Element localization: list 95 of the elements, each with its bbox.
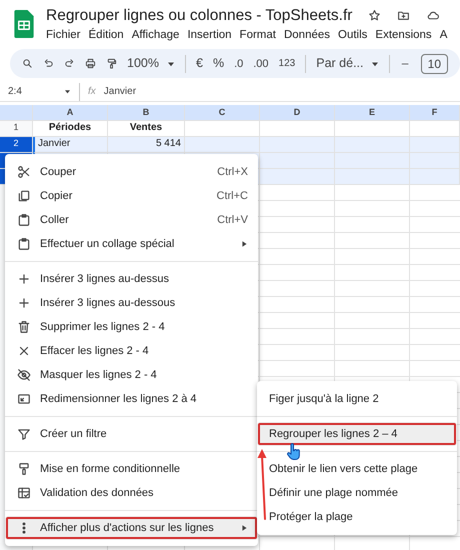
eye-slash-icon xyxy=(17,368,31,382)
menu-label: Validation des données xyxy=(40,486,154,501)
decrease-decimals-button[interactable]: .0 xyxy=(234,56,244,72)
menu-item[interactable]: Redimensionner les lignes 2 à 4 xyxy=(5,387,258,411)
star-icon[interactable] xyxy=(368,9,382,22)
caret-icon[interactable] xyxy=(166,60,175,67)
copy-icon xyxy=(17,189,31,203)
menu-item[interactable]: Affichage xyxy=(132,27,180,44)
validation-icon xyxy=(17,486,31,500)
menu-item[interactable]: Regrouper les lignes 2 – 4 xyxy=(257,422,457,446)
menu-item[interactable]: Effacer les lignes 2 - 4 xyxy=(5,339,258,363)
formula-field[interactable]: Janvier xyxy=(104,84,136,100)
menu-label: Effacer les lignes 2 - 4 xyxy=(40,344,149,359)
menu-item[interactable]: Afficher plus d'actions sur les lignes xyxy=(5,516,258,540)
menu-label: Copier xyxy=(40,188,72,204)
filter-icon xyxy=(17,427,31,441)
menu-label: Créer un filtre xyxy=(40,426,107,442)
plus-icon xyxy=(17,272,31,286)
menu-label: Redimensionner les lignes 2 à 4 xyxy=(40,392,197,407)
table-cell xyxy=(410,153,460,170)
hand-cursor-icon xyxy=(286,443,301,461)
column-header[interactable]: B xyxy=(108,105,185,122)
column-header[interactable]: E xyxy=(335,105,410,122)
menu-item[interactable]: Créer un filtre xyxy=(5,422,258,446)
trash-icon xyxy=(17,320,31,334)
menu-item[interactable]: A xyxy=(440,27,448,44)
menu-item[interactable]: Figer jusqu'à la ligne 2 xyxy=(257,387,457,411)
row-header[interactable]: 1 xyxy=(0,121,33,138)
menu-item[interactable]: Protéger la plage xyxy=(257,505,457,529)
menu-label: Afficher plus d'actions sur les lignes xyxy=(40,520,214,536)
menu-item[interactable]: Supprimer les lignes 2 - 4 xyxy=(5,315,258,339)
menu-label: Mise en forme conditionnelle xyxy=(40,462,180,477)
shortcut-label: Ctrl+V xyxy=(217,212,248,228)
menu-label: Insérer 3 lignes au-dessus xyxy=(40,272,170,287)
scissors-icon xyxy=(17,165,31,179)
menu-label: Supprimer les lignes 2 - 4 xyxy=(40,320,165,335)
currency-button[interactable]: € xyxy=(196,54,203,74)
clipboard-icon xyxy=(17,213,31,227)
column-header[interactable]: A xyxy=(33,105,108,122)
menu-item[interactable]: Format xyxy=(240,27,276,44)
zoom-select[interactable]: 100% xyxy=(127,54,159,74)
menu-item[interactable]: Validation des données xyxy=(5,481,258,505)
percent-button[interactable]: % xyxy=(212,54,224,74)
menu-item[interactable]: Extensions xyxy=(375,27,432,44)
table-cell xyxy=(410,169,460,186)
shortcut-label: Ctrl+X xyxy=(217,164,248,180)
table-cell xyxy=(410,137,460,154)
menu-label: Coller xyxy=(40,212,69,228)
menu-item[interactable]: Mise en forme conditionnelle xyxy=(5,457,258,481)
font-size-field[interactable]: 10 xyxy=(420,54,448,74)
menu-item[interactable]: Copier Ctrl+C xyxy=(5,184,258,208)
table-cell: Janvier xyxy=(33,137,108,154)
column-header[interactable]: C xyxy=(185,105,260,122)
menu-label: Insérer 3 lignes au-dessous xyxy=(40,296,176,311)
sheets-logo-icon xyxy=(14,10,34,38)
menu-label: Masquer les lignes 2 - 4 xyxy=(40,368,157,383)
fx-label: fx xyxy=(88,85,96,100)
menu-item[interactable]: Insérer 3 lignes au-dessous xyxy=(5,291,258,315)
caret-icon[interactable] xyxy=(371,60,380,67)
shortcut-label: Ctrl+C xyxy=(216,188,248,204)
menu-item[interactable]: Couper Ctrl+X xyxy=(5,160,258,184)
document-title: Regrouper lignes ou colonnes - TopSheets.fr xyxy=(46,6,352,25)
font-select[interactable]: Par dé... xyxy=(316,54,364,74)
menu-label: Effectuer un collage spécial xyxy=(40,236,174,252)
column-header[interactable]: F xyxy=(410,105,460,122)
menu-item[interactable]: Masquer les lignes 2 - 4 xyxy=(5,363,258,387)
menu-item[interactable]: Coller Ctrl+V xyxy=(5,208,258,232)
menu-item[interactable]: Insérer 3 lignes au-dessus xyxy=(5,267,258,291)
paint-format-icon[interactable] xyxy=(106,57,117,70)
corner-cell[interactable] xyxy=(0,105,33,122)
close-icon xyxy=(17,344,31,358)
menu-item[interactable]: Fichier xyxy=(46,27,81,44)
row-header[interactable]: 2 xyxy=(0,137,33,154)
menu-item[interactable]: Insertion xyxy=(187,27,232,44)
print-icon[interactable] xyxy=(85,57,96,70)
clipboard-icon xyxy=(17,237,31,251)
folder-icon[interactable] xyxy=(397,9,410,22)
menu-item[interactable]: Définir une plage nommée xyxy=(257,481,457,505)
increase-decimals-button[interactable]: .00 xyxy=(253,56,269,72)
search-icon[interactable] xyxy=(22,57,33,70)
menu-item[interactable]: Données xyxy=(284,27,330,44)
table-cell: 5 414 xyxy=(108,137,185,154)
column-header[interactable]: D xyxy=(260,105,335,122)
menu-item[interactable]: Obtenir le lien vers cette plage xyxy=(257,457,457,481)
menu-item[interactable]: Édition xyxy=(88,27,124,44)
plus-icon xyxy=(17,296,31,310)
paint-roller-icon xyxy=(17,462,31,476)
name-box[interactable]: 2:4 xyxy=(8,84,64,100)
number-format-button[interactable]: 123 xyxy=(278,56,296,72)
menu-label: Couper xyxy=(40,164,76,180)
caret-icon[interactable] xyxy=(64,89,71,94)
cloud-icon[interactable] xyxy=(426,9,440,22)
menu-item[interactable]: Effectuer un collage spécial xyxy=(5,232,258,256)
menu-item[interactable]: Outils xyxy=(338,27,368,44)
resize-icon xyxy=(17,392,31,406)
